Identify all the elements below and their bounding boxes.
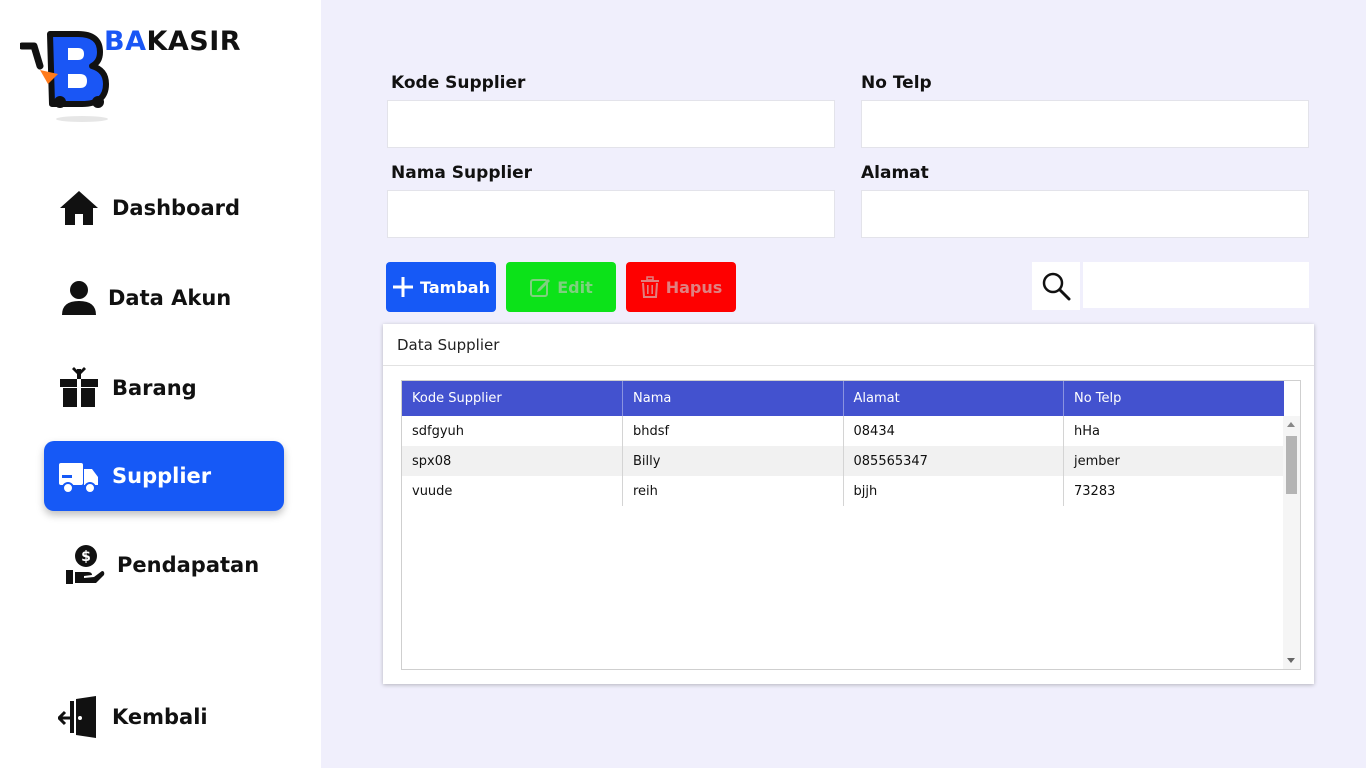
nav-item-dashboard[interactable]: Dashboard [44, 173, 284, 243]
column-header-kode[interactable]: Kode Supplier [402, 381, 623, 416]
delete-button-label: Hapus [665, 277, 723, 297]
supplier-table-container: Kode Supplier Nama Alamat No Telp sdfgyu… [401, 380, 1301, 670]
nav-item-data-akun[interactable]: Data Akun [44, 263, 284, 333]
column-header-nama[interactable]: Nama [622, 381, 844, 416]
supplier-table: Kode Supplier Nama Alamat No Telp sdfgyu… [402, 381, 1284, 506]
panel-title: Data Supplier [397, 336, 500, 354]
no-telp-input[interactable] [861, 100, 1309, 148]
data-supplier-panel: Data Supplier Kode Supplier Nama Alamat … [383, 324, 1314, 684]
table-row[interactable]: spx08 Billy 085565347 jember [402, 446, 1284, 476]
table-row[interactable]: vuude reih bjjh 73283 [402, 476, 1284, 506]
trash-icon [640, 276, 659, 298]
table-cell: vuude [402, 476, 623, 506]
table-cell: 73283 [1074, 483, 1116, 499]
nama-supplier-input[interactable] [387, 190, 835, 238]
search-button[interactable] [1032, 262, 1080, 310]
nav-label-data-akun: Data Akun [108, 286, 232, 310]
box-icon [60, 367, 98, 407]
column-header-alamat[interactable]: Alamat [843, 381, 1064, 416]
sidebar: BAKASIR Dashboard Data Akun Barang Suppl… [0, 0, 321, 768]
table-cell: hHa [1074, 423, 1100, 439]
svg-text:$: $ [81, 549, 91, 565]
table-cell: sdfgyuh [402, 416, 623, 446]
nav-item-supplier[interactable]: Supplier [44, 441, 284, 511]
kode-supplier-input[interactable] [387, 100, 835, 148]
table-row[interactable]: sdfgyuh bhdsf 08434 hHa [402, 416, 1284, 446]
home-icon [60, 191, 98, 225]
nav-label-supplier: Supplier [112, 464, 212, 488]
table-cell: reih [622, 476, 844, 506]
edit-button[interactable]: Edit [506, 262, 616, 312]
delete-button[interactable]: Hapus [626, 262, 736, 312]
back-button[interactable]: Kembali [44, 682, 284, 752]
scroll-thumb[interactable] [1286, 436, 1297, 494]
exit-door-icon [58, 696, 96, 738]
brand-prefix: BA [104, 26, 147, 57]
income-icon: $ [66, 545, 105, 584]
nav-item-barang[interactable]: Barang [44, 353, 284, 423]
table-cell: bhdsf [622, 416, 844, 446]
alamat-label: Alamat [861, 163, 929, 183]
column-header-telp[interactable]: No Telp [1063, 381, 1284, 416]
edit-button-label: Edit [557, 277, 593, 297]
scroll-down-arrow-icon[interactable] [1287, 658, 1295, 663]
search-icon [1042, 272, 1071, 301]
brand-name: BAKASIR [104, 26, 241, 57]
alamat-input[interactable] [861, 190, 1309, 238]
no-telp-label: No Telp [861, 73, 932, 93]
panel-divider [383, 365, 1314, 366]
truck-icon [59, 463, 98, 494]
table-cell: bjjh [843, 476, 1064, 506]
nav-label-barang: Barang [112, 376, 197, 400]
nav-label-pendapatan: Pendapatan [117, 553, 260, 577]
table-cell: 08434 [843, 416, 1064, 446]
add-button-label: Tambah [420, 277, 490, 297]
table-cell: Billy [622, 446, 844, 476]
back-label: Kembali [112, 705, 208, 729]
table-scrollbar[interactable] [1283, 416, 1300, 669]
edit-icon [530, 279, 551, 297]
plus-icon [393, 277, 414, 297]
nav-item-pendapatan[interactable]: $ Pendapatan [44, 530, 284, 600]
user-icon [62, 281, 96, 315]
table-cell: spx08 [402, 446, 623, 476]
scroll-up-arrow-icon[interactable] [1287, 422, 1295, 427]
table-cell: jember [1063, 446, 1284, 476]
table-header-row: Kode Supplier Nama Alamat No Telp [402, 381, 1284, 416]
search-input[interactable] [1083, 262, 1309, 308]
nama-supplier-label: Nama Supplier [391, 163, 533, 183]
add-button[interactable]: Tambah [386, 262, 496, 312]
brand-suffix: KASIR [146, 26, 242, 57]
kode-supplier-label: Kode Supplier [391, 73, 526, 93]
table-cell: 085565347 [843, 446, 1064, 476]
nav-label-dashboard: Dashboard [112, 196, 241, 220]
